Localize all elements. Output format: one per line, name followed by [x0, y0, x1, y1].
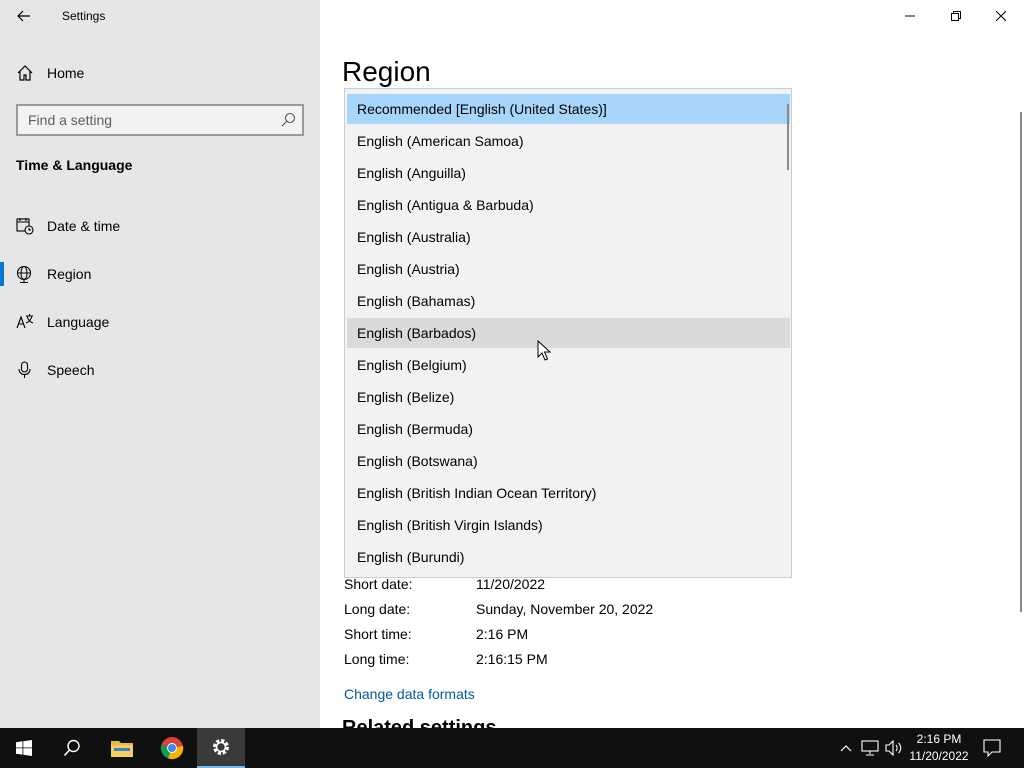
taskbar-file-explorer[interactable] [98, 728, 146, 768]
minimize-icon [905, 15, 915, 17]
taskbar-search-button[interactable] [48, 728, 96, 768]
chevron-up-icon [840, 745, 852, 752]
taskbar: 2:16 PM 11/20/2022 [0, 728, 1024, 768]
dropdown-option[interactable]: English (British Indian Ocean Territory) [347, 478, 790, 508]
taskbar-chrome[interactable] [148, 728, 196, 768]
back-button[interactable] [8, 4, 40, 28]
dropdown-option[interactable]: English (Burundi) [347, 542, 790, 572]
sidebar-item-label: Language [47, 314, 110, 330]
taskbar-clock[interactable]: 2:16 PM 11/20/2022 [904, 731, 974, 765]
windows-logo-icon [16, 740, 32, 756]
sidebar-item-label: Region [47, 266, 92, 282]
section-title: Time & Language [16, 157, 133, 173]
globe-icon [16, 265, 32, 283]
folder-icon [111, 741, 133, 757]
dropdown-option[interactable]: English (Botswana) [347, 446, 790, 476]
format-label: Long time: [344, 651, 410, 667]
dropdown-option-selected[interactable]: Recommended [English (United States)] [347, 94, 790, 124]
microphone-icon [18, 361, 31, 378]
app-title: Settings [62, 9, 106, 23]
region-dropdown-list[interactable]: Recommended [English (United States)] En… [344, 88, 792, 578]
dropdown-option[interactable]: English (American Samoa) [347, 126, 790, 156]
change-data-formats-link[interactable]: Change data formats [344, 686, 475, 702]
search-icon [63, 739, 80, 757]
search-box[interactable] [16, 104, 304, 136]
format-value: 2:16:15 PM [476, 651, 548, 667]
dropdown-option[interactable]: English (Austria) [347, 254, 790, 284]
dropdown-option[interactable]: English (Belize) [347, 382, 790, 412]
sidebar-item-home[interactable]: Home [0, 56, 320, 90]
dropdown-option[interactable]: English (British Virgin Islands) [347, 510, 790, 540]
show-hidden-icons-button[interactable] [836, 738, 856, 758]
dropdown-scrollbar[interactable] [787, 104, 789, 170]
format-label: Short date: [344, 576, 413, 592]
back-arrow-icon [17, 10, 30, 22]
sidebar-item-language[interactable]: Language [0, 302, 320, 342]
taskbar-settings[interactable] [197, 728, 245, 768]
active-indicator [0, 262, 4, 286]
restore-icon [951, 11, 961, 21]
restore-button[interactable] [933, 0, 979, 32]
network-button[interactable] [860, 738, 880, 758]
dropdown-option[interactable]: English (Bermuda) [347, 414, 790, 444]
language-icon [16, 314, 34, 329]
related-settings-heading: Related settings [342, 718, 496, 728]
sidebar-item-label: Date & time [47, 218, 121, 234]
sidebar-item-date-time[interactable]: Date & time [0, 206, 320, 246]
search-input[interactable] [18, 106, 276, 134]
action-center-button[interactable] [982, 738, 1002, 758]
home-icon [17, 65, 33, 81]
start-button[interactable] [0, 728, 48, 768]
notification-icon [983, 739, 1001, 757]
close-button[interactable] [978, 0, 1024, 32]
page-title: Region [342, 56, 431, 87]
gear-icon [213, 739, 229, 755]
page-scrollbar[interactable] [1020, 112, 1022, 612]
sidebar-item-label: Home [47, 65, 85, 81]
volume-button[interactable] [884, 738, 904, 758]
close-icon [996, 11, 1006, 21]
chrome-icon [160, 737, 184, 760]
format-value: 11/20/2022 [476, 576, 546, 592]
network-icon [861, 740, 879, 756]
clock-time: 2:16 PM [916, 732, 962, 746]
clock-date: 11/20/2022 [909, 749, 969, 763]
dropdown-option[interactable]: English (Anguilla) [347, 158, 790, 188]
sidebar-item-speech[interactable]: Speech [0, 350, 320, 390]
dropdown-option[interactable]: English (Australia) [347, 222, 790, 252]
dropdown-option[interactable]: English (Antigua & Barbuda) [347, 190, 790, 220]
sidebar-item-region[interactable]: Region [0, 254, 320, 294]
dropdown-option[interactable]: English (Belgium) [347, 350, 790, 380]
format-label: Short time: [344, 626, 412, 642]
sidebar-item-label: Speech [47, 362, 95, 378]
search-icon[interactable] [280, 112, 296, 128]
minimize-button[interactable] [887, 0, 933, 32]
volume-icon [885, 740, 902, 756]
dropdown-option[interactable]: English (Bahamas) [347, 286, 790, 316]
mouse-cursor-icon [537, 340, 552, 361]
format-value: Sunday, November 20, 2022 [476, 601, 654, 617]
calendar-clock-icon [16, 218, 34, 235]
format-label: Long date: [344, 601, 411, 617]
sidebar: Settings Home Time & Language Date & tim… [0, 0, 320, 728]
dropdown-option-hovered[interactable]: English (Barbados) [347, 318, 790, 348]
format-value: 2:16 PM [476, 626, 529, 642]
